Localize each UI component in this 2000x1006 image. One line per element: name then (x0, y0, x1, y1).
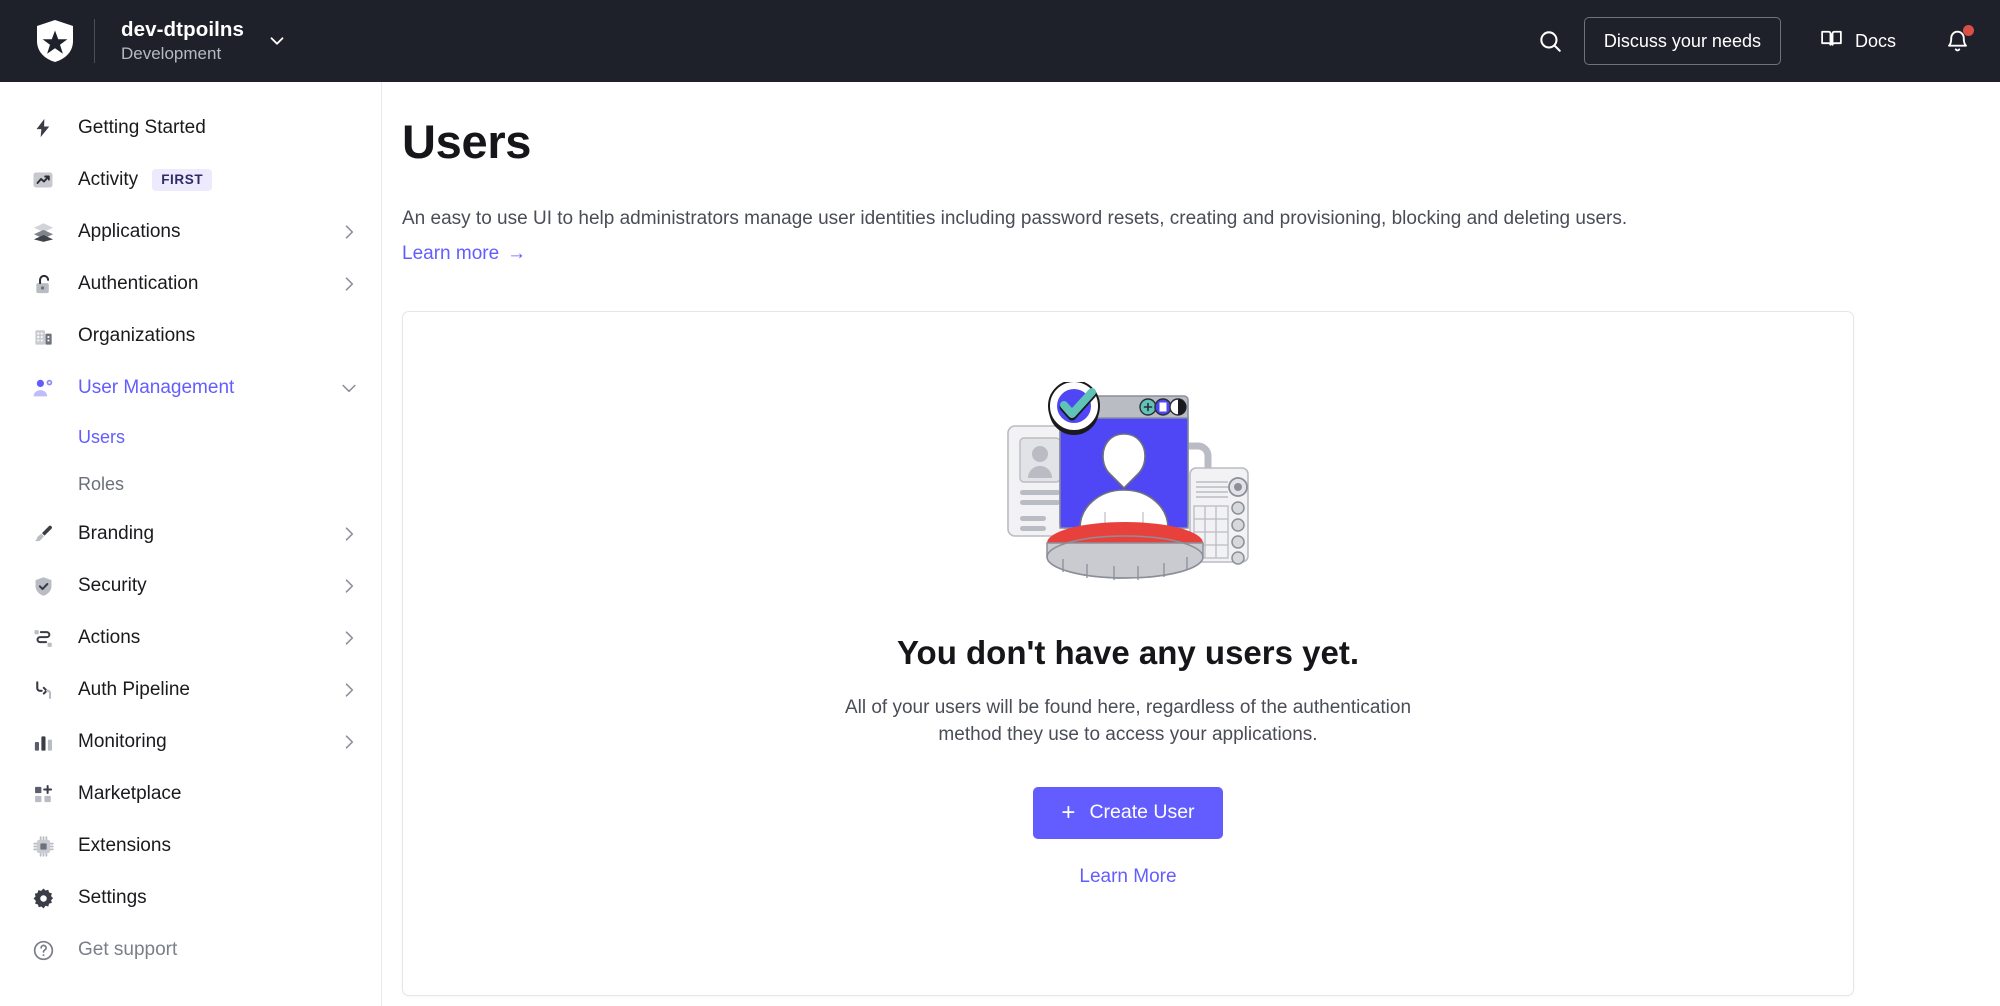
sidebar-item-actions[interactable]: Actions (0, 612, 381, 664)
page-title: Users (402, 114, 1936, 169)
sidebar-label: Get support (78, 939, 177, 961)
sidebar-label: Monitoring (78, 731, 167, 753)
chevron-right-icon (339, 680, 359, 700)
unlocked-lock-icon (30, 271, 56, 297)
bolt-icon (30, 115, 56, 141)
sidebar-item-extensions[interactable]: Extensions (0, 820, 381, 872)
main-content: Users An easy to use UI to help administ… (382, 82, 2000, 1006)
layers-icon (30, 219, 56, 245)
building-icon (30, 323, 56, 349)
chevron-right-icon (339, 524, 359, 544)
notification-dot (1963, 25, 1974, 36)
sidebar-label: Auth Pipeline (78, 679, 190, 701)
chevron-right-icon (339, 576, 359, 596)
sidebar-label: Activity (78, 169, 138, 191)
sidebar-label: Actions (78, 627, 140, 649)
question-circle-icon (30, 937, 56, 963)
sidebar-item-getting-started[interactable]: Getting Started (0, 102, 381, 154)
sidebar-item-auth-pipeline[interactable]: Auth Pipeline (0, 664, 381, 716)
docs-label: Docs (1855, 31, 1896, 52)
sidebar-label: Authentication (78, 273, 198, 295)
header-actions: Discuss your needs Docs (1524, 17, 2000, 65)
top-header-bar: dev-dtpoilns Development Discuss your ne… (0, 0, 2000, 82)
arrow-right-icon: → (507, 243, 526, 265)
sidebar-label: Extensions (78, 835, 171, 857)
sidebar-label: Applications (78, 221, 180, 243)
chevron-right-icon (339, 274, 359, 294)
sidebar-item-branding[interactable]: Branding (0, 508, 381, 560)
sidebar-subitem-users[interactable]: Users (0, 414, 381, 461)
learn-more-label: Learn more (402, 243, 499, 265)
sidebar-item-monitoring[interactable]: Monitoring (0, 716, 381, 768)
trend-up-icon (30, 167, 56, 193)
bar-chart-icon (30, 729, 56, 755)
sidebar-item-get-support[interactable]: Get support (0, 924, 381, 976)
empty-state-learn-more-link[interactable]: Learn More (1079, 866, 1176, 888)
learn-more-link[interactable]: Learn more → (402, 243, 526, 265)
status-badge-first: FIRST (152, 169, 212, 191)
chevron-right-icon (339, 222, 359, 242)
tenant-name: dev-dtpoilns (121, 17, 244, 43)
chip-icon (30, 833, 56, 859)
paintbrush-icon (30, 521, 56, 547)
auth0-shield-logo[interactable] (22, 19, 88, 63)
sidebar-item-organizations[interactable]: Organizations (0, 310, 381, 362)
chevron-right-icon (339, 732, 359, 752)
book-icon (1819, 26, 1844, 56)
empty-state-card: You don't have any users yet. All of you… (402, 311, 1854, 996)
page-description: An easy to use UI to help administrators… (402, 205, 1862, 234)
sidebar-label: Getting Started (78, 117, 206, 139)
sidebar-item-authentication[interactable]: Authentication (0, 258, 381, 310)
plus-icon: + (1061, 801, 1075, 825)
shield-check-icon (30, 573, 56, 599)
create-user-label: Create User (1089, 801, 1194, 824)
sidebar-item-security[interactable]: Security (0, 560, 381, 612)
user-gear-icon (30, 375, 56, 401)
header-divider (94, 19, 95, 63)
sidebar-item-applications[interactable]: Applications (0, 206, 381, 258)
tenant-environment: Development (121, 43, 244, 65)
flow-nodes-icon (30, 625, 56, 651)
sidebar-label: Security (78, 575, 147, 597)
sidebar-subitem-roles[interactable]: Roles (0, 461, 381, 508)
empty-state-title: You don't have any users yet. (897, 634, 1359, 672)
main-sidebar: Getting Started Activity FIRST Applicati… (0, 82, 382, 1006)
sidebar-item-user-management[interactable]: User Management (0, 362, 381, 414)
sidebar-item-marketplace[interactable]: Marketplace (0, 768, 381, 820)
pipeline-icon (30, 677, 56, 703)
sidebar-label: Organizations (78, 325, 195, 347)
chevron-right-icon (339, 628, 359, 648)
user-profile-screen-illustration (1004, 382, 1252, 592)
empty-state-subtitle: All of your users will be found here, re… (828, 694, 1428, 749)
search-icon[interactable] (1524, 17, 1576, 65)
notification-bell-icon[interactable] (1938, 17, 1976, 65)
chevron-down-icon (339, 378, 359, 398)
tenant-selector[interactable]: dev-dtpoilns Development (121, 17, 288, 66)
sidebar-label: Marketplace (78, 783, 182, 805)
sidebar-item-settings[interactable]: Settings (0, 872, 381, 924)
grid-plus-icon (30, 781, 56, 807)
gear-icon (30, 885, 56, 911)
create-user-button[interactable]: + Create User (1033, 787, 1222, 839)
chevron-down-icon (266, 30, 288, 52)
docs-link[interactable]: Docs (1813, 17, 1902, 65)
discuss-your-needs-button[interactable]: Discuss your needs (1584, 17, 1781, 65)
sidebar-label: Branding (78, 523, 154, 545)
sidebar-item-activity[interactable]: Activity FIRST (0, 154, 381, 206)
sidebar-label: User Management (78, 377, 234, 399)
sidebar-label: Settings (78, 887, 147, 909)
